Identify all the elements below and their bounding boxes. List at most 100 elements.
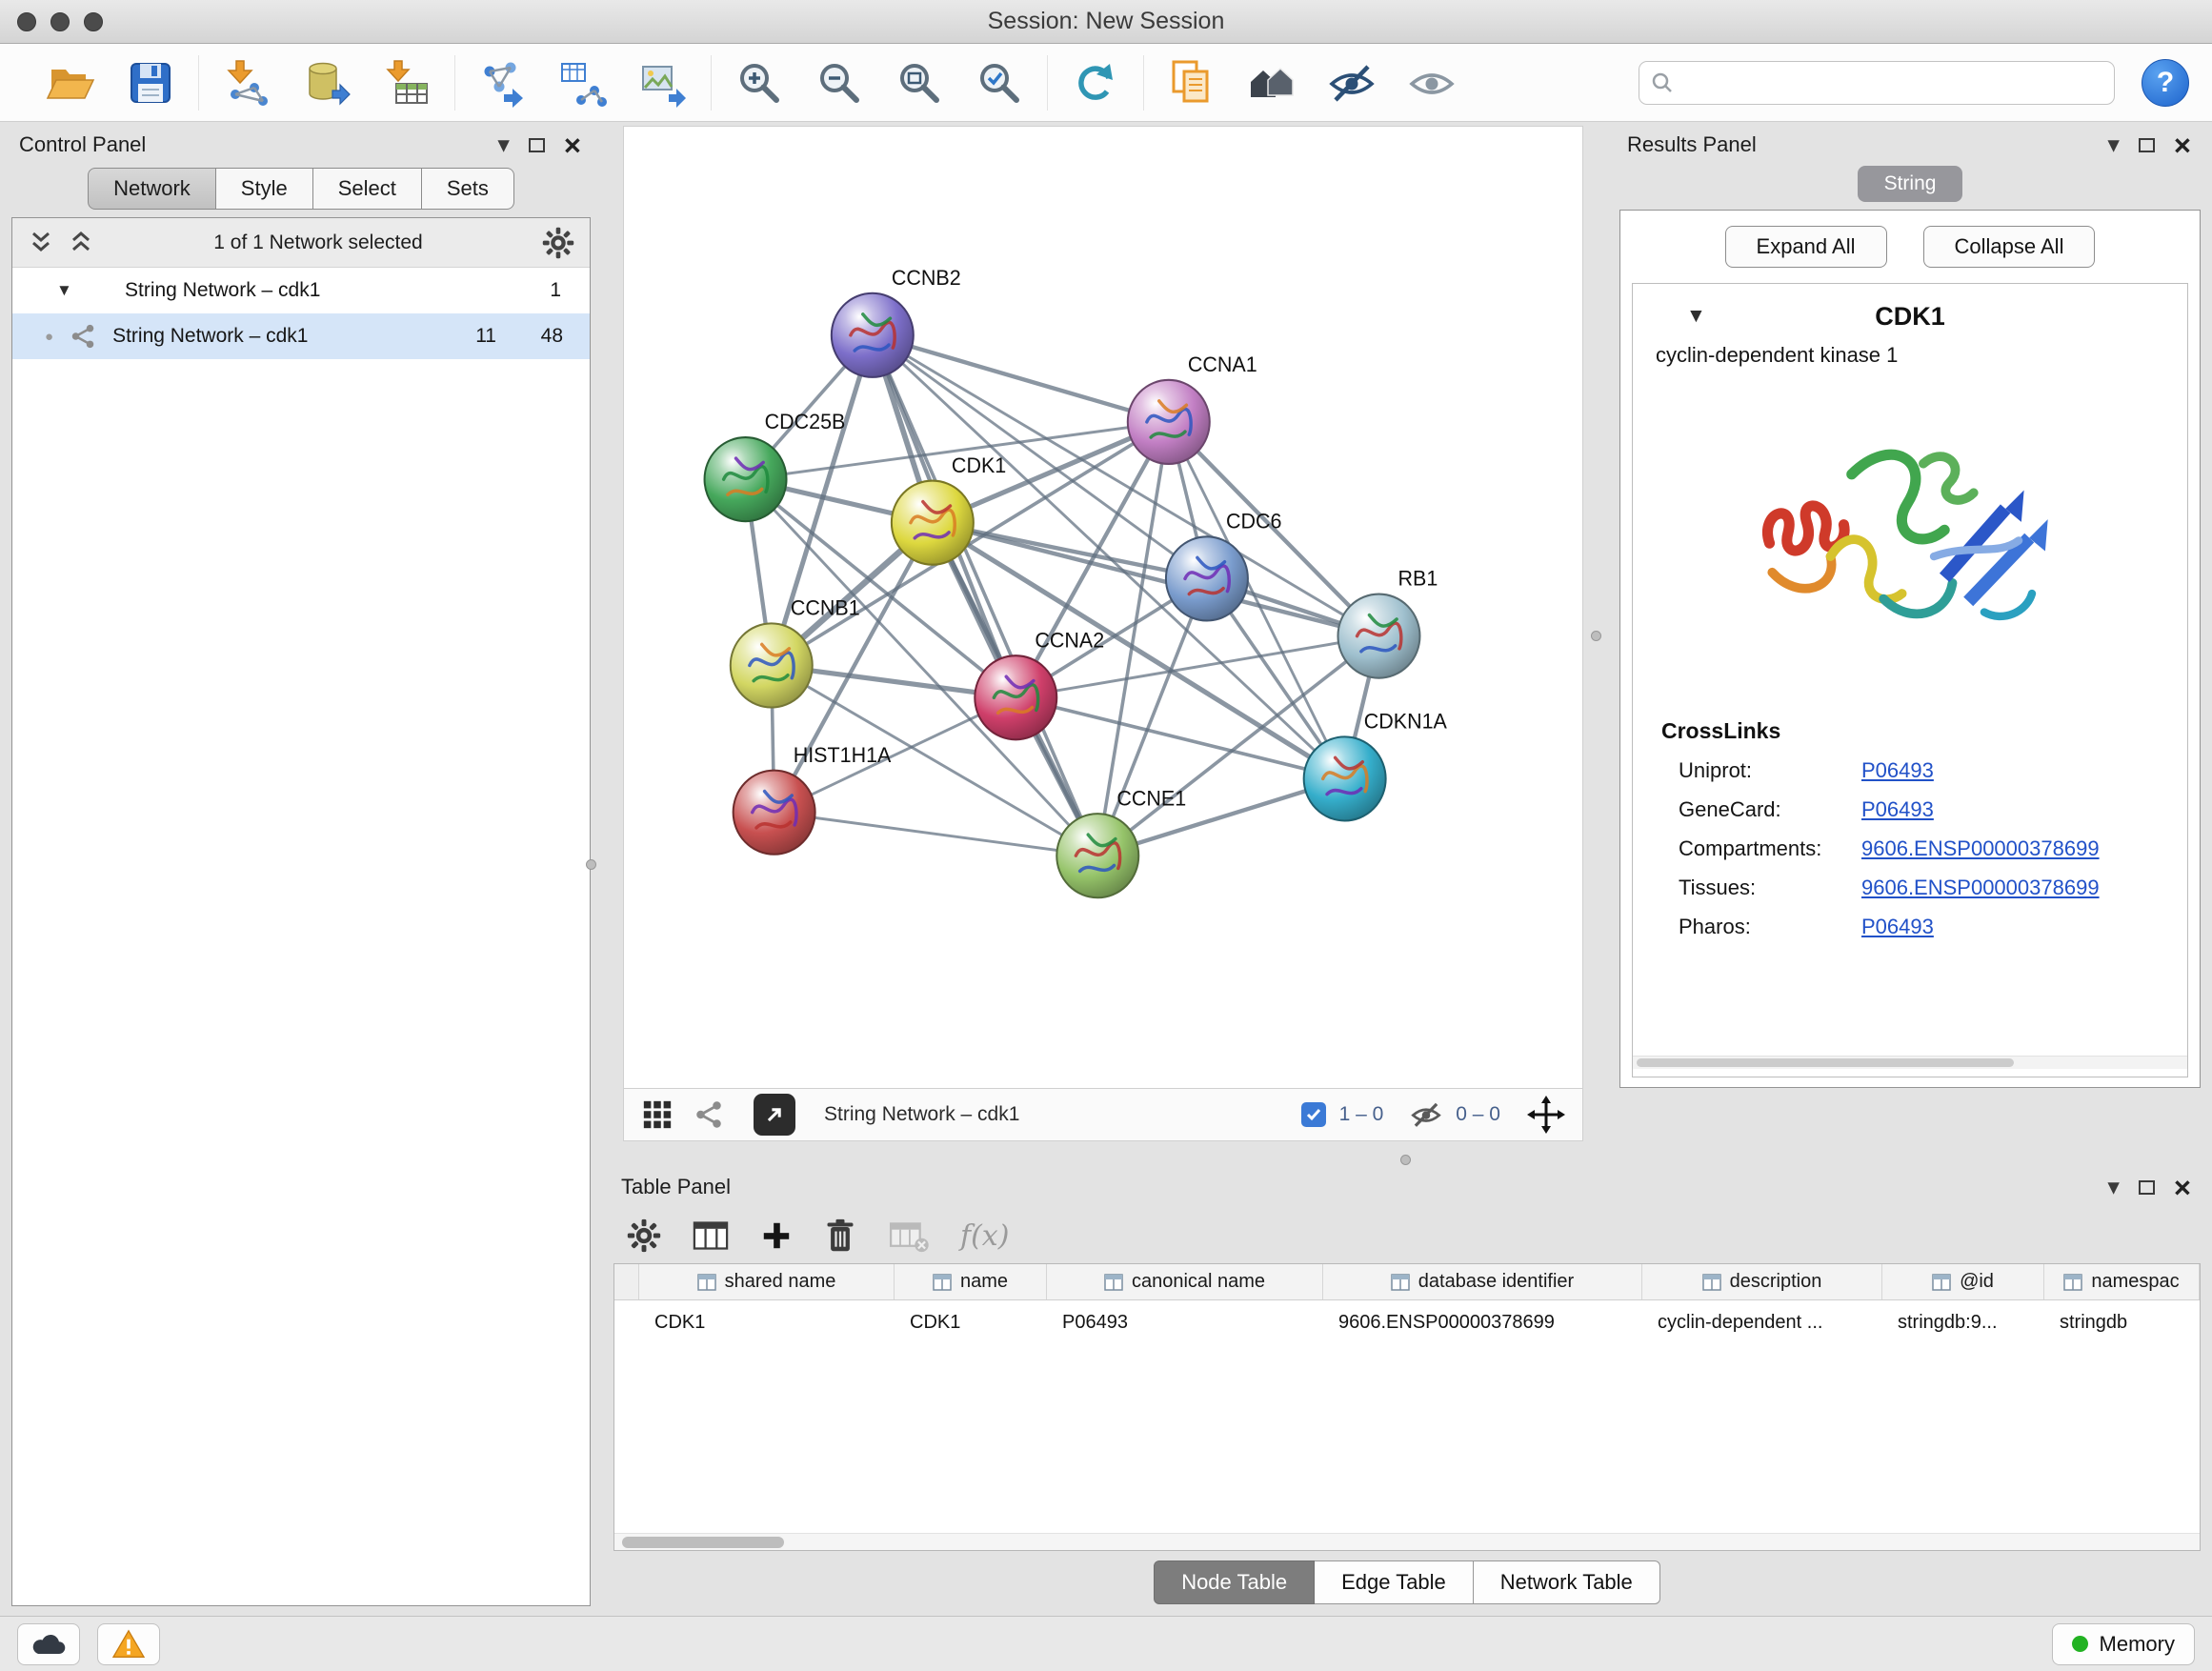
splitter-handle[interactable] [1591, 631, 1601, 641]
column-header-id[interactable]: @id [1882, 1264, 2044, 1299]
panel-close-icon[interactable]: × [2174, 131, 2191, 160]
splitter-handle[interactable] [1400, 1155, 1411, 1165]
panel-collapse-icon[interactable]: ▾ [2107, 1176, 2120, 1199]
table-settings-gear-icon[interactable] [627, 1218, 661, 1253]
network-node[interactable]: CDKN1A [1304, 709, 1448, 820]
zoom-in-button[interactable] [733, 52, 786, 113]
network-edge[interactable] [774, 813, 1098, 856]
column-label: @id [1960, 1271, 1994, 1293]
show-columns-icon[interactable] [692, 1218, 730, 1253]
home-button[interactable] [1245, 52, 1298, 113]
column-header-canonical-name[interactable]: canonical name [1047, 1264, 1323, 1299]
network-node[interactable]: CCNB2 [832, 266, 961, 377]
table-horizontal-scrollbar[interactable] [614, 1533, 2200, 1550]
add-column-plus-icon[interactable] [760, 1219, 793, 1252]
scrollbar-thumb[interactable] [622, 1537, 784, 1548]
import-network-button[interactable] [220, 52, 273, 113]
minimize-window-button[interactable] [50, 12, 70, 31]
scrollbar-thumb[interactable] [1637, 1058, 2014, 1067]
copy-document-button[interactable] [1165, 52, 1218, 113]
zoom-selected-button[interactable] [973, 52, 1026, 113]
pan-move-icon[interactable] [1527, 1096, 1565, 1134]
network-graph[interactable]: CCNB2CCNA1CDC25BCDK1CDC6RB1CCNB1CCNA2CDK… [624, 127, 1582, 1088]
memory-button[interactable]: Memory [2052, 1623, 2195, 1665]
panel-float-icon[interactable] [2139, 1180, 2155, 1195]
section-caret-icon[interactable]: ▼ [1686, 305, 1706, 328]
hidden-eye-slash-icon[interactable] [1410, 1098, 1442, 1131]
tab-string[interactable]: String [1858, 166, 1963, 202]
expand-all-button[interactable]: Expand All [1725, 226, 1887, 268]
open-external-button[interactable] [754, 1094, 795, 1136]
column-header-description[interactable]: description [1642, 1264, 1882, 1299]
network-node[interactable]: CDK1 [892, 453, 1006, 565]
close-window-button[interactable] [17, 12, 36, 31]
crosslink-link[interactable]: P06493 [1861, 758, 1934, 783]
tab-sets[interactable]: Sets [422, 168, 514, 210]
tab-edge-table[interactable]: Edge Table [1315, 1560, 1474, 1604]
crosslink-link[interactable]: P06493 [1861, 797, 1934, 822]
export-image-button[interactable] [636, 52, 690, 113]
cloud-button[interactable] [17, 1623, 80, 1665]
zoom-out-button[interactable] [813, 52, 866, 113]
panel-float-icon[interactable] [2139, 138, 2155, 152]
tree-disclosure-icon[interactable]: ▼ [56, 281, 90, 300]
column-header-shared-name[interactable]: shared name [639, 1264, 895, 1299]
panel-collapse-icon[interactable]: ▾ [497, 133, 510, 157]
hide-graphics-details-button[interactable] [1325, 52, 1378, 113]
table-row[interactable]: CDK1 CDK1 P06493 9606.ENSP00000378699 cy… [614, 1300, 2200, 1344]
help-button[interactable]: ? [2142, 59, 2189, 107]
row-gutter [614, 1264, 639, 1299]
network-node[interactable]: HIST1H1A [734, 743, 892, 855]
tab-select[interactable]: Select [313, 168, 422, 210]
network-collection-row[interactable]: ▼ String Network – cdk1 1 [12, 268, 590, 313]
network-edge[interactable] [873, 335, 1097, 856]
expand-all-networks-icon[interactable] [28, 230, 54, 256]
export-network-button[interactable] [476, 52, 530, 113]
tab-network-table[interactable]: Network Table [1474, 1560, 1660, 1604]
zoom-window-button[interactable] [84, 12, 103, 31]
panel-float-icon[interactable] [529, 138, 545, 152]
search-box[interactable] [1639, 61, 2115, 105]
export-table-button[interactable] [556, 52, 610, 113]
zoom-fit-button[interactable] [893, 52, 946, 113]
collapse-all-button[interactable]: Collapse All [1923, 226, 2096, 268]
delete-column-trash-icon[interactable] [823, 1217, 857, 1255]
birdseye-view-icon[interactable] [641, 1098, 674, 1131]
network-canvas[interactable]: CCNB2CCNA1CDC25BCDK1CDC6RB1CCNB1CCNA2CDK… [623, 126, 1583, 1088]
column-header-database-identifier[interactable]: database identifier [1323, 1264, 1642, 1299]
tab-node-table[interactable]: Node Table [1154, 1560, 1315, 1604]
results-horizontal-scrollbar[interactable] [1633, 1056, 2187, 1069]
show-graphics-details-button[interactable] [1405, 52, 1458, 113]
column-type-icon [1702, 1274, 1721, 1291]
gene-section-header[interactable]: ▼ CDK1 [1633, 292, 2187, 341]
open-session-button[interactable] [44, 52, 97, 113]
network-node[interactable]: CCNA1 [1128, 352, 1257, 464]
delete-table-icon[interactable] [888, 1218, 930, 1253]
collapse-all-networks-icon[interactable] [68, 230, 94, 256]
crosslink-link[interactable]: 9606.ENSP00000378699 [1861, 876, 2100, 900]
network-node[interactable]: CDC6 [1166, 509, 1282, 620]
crosslink-link[interactable]: P06493 [1861, 915, 1934, 939]
splitter-handle[interactable] [586, 859, 596, 870]
network-node[interactable]: CDC25B [705, 410, 846, 521]
panel-close-icon[interactable]: × [564, 131, 581, 160]
network-node[interactable]: RB1 [1337, 566, 1438, 677]
column-header-name[interactable]: name [895, 1264, 1047, 1299]
gear-icon[interactable] [542, 227, 574, 259]
crosslink-link[interactable]: 9606.ENSP00000378699 [1861, 836, 2100, 861]
apply-layout-button[interactable] [1069, 52, 1122, 113]
column-header-namespace[interactable]: namespac [2044, 1264, 2200, 1299]
save-session-button[interactable] [124, 52, 177, 113]
import-network-from-database-button[interactable] [300, 52, 353, 113]
tab-network[interactable]: Network [88, 168, 216, 210]
import-table-button[interactable] [380, 52, 433, 113]
network-row-selected[interactable]: ● String Network – cdk1 11 48 [12, 313, 590, 359]
tab-style[interactable]: Style [216, 168, 313, 210]
search-input[interactable] [1681, 70, 2102, 95]
function-builder-icon[interactable]: f(x) [960, 1219, 1009, 1253]
selected-checkbox-icon[interactable] [1301, 1102, 1326, 1127]
panel-collapse-icon[interactable]: ▾ [2107, 133, 2120, 157]
share-network-icon[interactable] [693, 1098, 725, 1131]
warnings-button[interactable] [97, 1623, 160, 1665]
panel-close-icon[interactable]: × [2174, 1173, 2191, 1202]
